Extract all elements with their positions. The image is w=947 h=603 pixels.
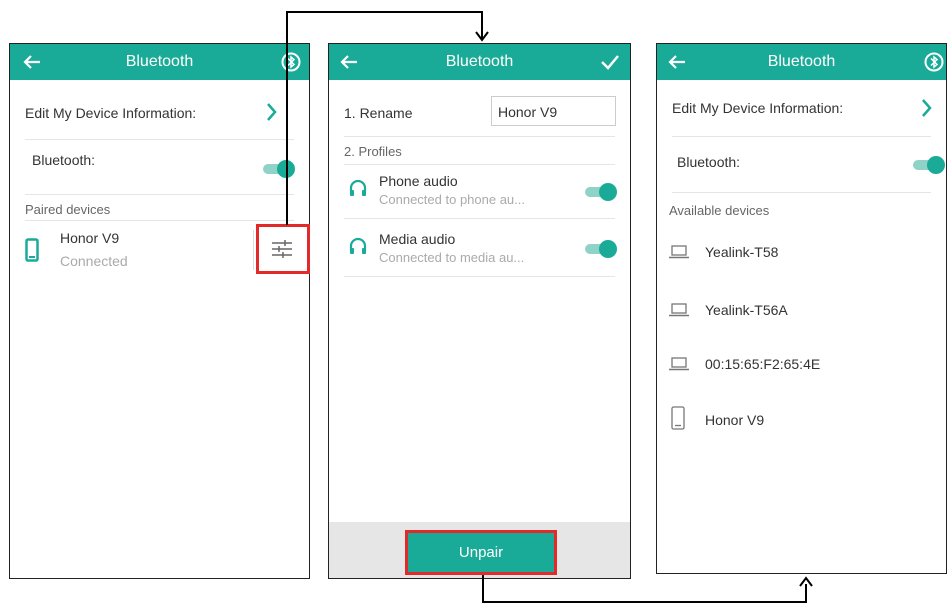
device-status: Connected bbox=[60, 253, 128, 269]
arrow-up-icon bbox=[799, 576, 813, 587]
bluetooth-label: Bluetooth: bbox=[677, 154, 741, 170]
profile-status: Connected to media au... bbox=[379, 250, 525, 265]
bluetooth-scan-icon[interactable] bbox=[916, 44, 946, 80]
laptop-icon bbox=[669, 303, 689, 317]
phone-audio-toggle[interactable] bbox=[585, 183, 617, 201]
divider bbox=[344, 164, 615, 165]
device-name: Honor V9 bbox=[705, 412, 765, 428]
bluetooth-toggle[interactable] bbox=[263, 160, 295, 178]
divider bbox=[25, 139, 294, 140]
divider bbox=[672, 192, 931, 193]
device-name: Yealink-T58 bbox=[705, 244, 779, 260]
sliders-icon bbox=[272, 240, 292, 258]
edit-device-info-label[interactable]: Edit My Device Information: bbox=[672, 100, 843, 116]
rename-input[interactable]: Honor V9 bbox=[491, 96, 616, 126]
paired-devices-screen: Bluetooth Edit My Device Information: Bl… bbox=[9, 43, 310, 579]
page-title: Bluetooth bbox=[125, 53, 194, 70]
divider bbox=[344, 276, 615, 277]
device-name: 00:15:65:F2:65:4E bbox=[705, 356, 821, 372]
divider bbox=[672, 136, 931, 137]
title-bar: Bluetooth bbox=[10, 44, 309, 80]
device-name: Yealink-T56A bbox=[705, 302, 788, 318]
device-detail-screen: Bluetooth 1. Rename Honor V9 2. Profiles… bbox=[328, 43, 631, 579]
device-name: Honor V9 bbox=[60, 230, 120, 246]
headphones-icon bbox=[349, 237, 367, 260]
profiles-header: 2. Profiles bbox=[344, 144, 402, 159]
profile-name: Phone audio bbox=[379, 173, 458, 189]
bluetooth-scan-icon[interactable] bbox=[273, 44, 309, 80]
divider bbox=[344, 136, 615, 137]
chevron-right-icon[interactable] bbox=[921, 98, 933, 123]
divider bbox=[25, 220, 294, 221]
profile-status: Connected to phone au... bbox=[379, 192, 526, 207]
bluetooth-toggle[interactable] bbox=[913, 156, 945, 174]
media-audio-toggle[interactable] bbox=[585, 240, 617, 258]
unpair-button[interactable]: Unpair bbox=[405, 530, 557, 575]
phone-icon bbox=[25, 238, 39, 267]
flow-connector bbox=[286, 11, 483, 13]
divider bbox=[344, 218, 615, 219]
available-devices-header: Available devices bbox=[669, 203, 770, 218]
headphones-icon bbox=[349, 179, 367, 202]
divider bbox=[253, 230, 254, 270]
laptop-icon bbox=[669, 357, 689, 371]
flow-connector bbox=[286, 11, 288, 225]
page-title: Bluetooth bbox=[445, 53, 514, 70]
divider bbox=[25, 194, 294, 195]
profile-name: Media audio bbox=[379, 231, 456, 247]
edit-device-info-label[interactable]: Edit My Device Information: bbox=[25, 105, 196, 121]
arrow-down-icon bbox=[475, 31, 489, 42]
available-devices-screen: Bluetooth Edit My Device Information: Bl… bbox=[656, 43, 947, 574]
page-title: Bluetooth bbox=[767, 53, 836, 70]
checkmark-icon[interactable] bbox=[592, 44, 628, 80]
chevron-right-icon[interactable] bbox=[266, 102, 278, 127]
bluetooth-label: Bluetooth: bbox=[32, 152, 96, 168]
rename-label: 1. Rename bbox=[344, 105, 413, 121]
flow-connector bbox=[482, 575, 484, 603]
device-settings-button[interactable] bbox=[256, 224, 310, 274]
title-bar: Bluetooth bbox=[657, 44, 946, 80]
phone-icon bbox=[671, 406, 685, 430]
paired-devices-header: Paired devices bbox=[25, 202, 111, 217]
title-bar: Bluetooth bbox=[329, 44, 630, 80]
laptop-icon bbox=[669, 245, 689, 259]
